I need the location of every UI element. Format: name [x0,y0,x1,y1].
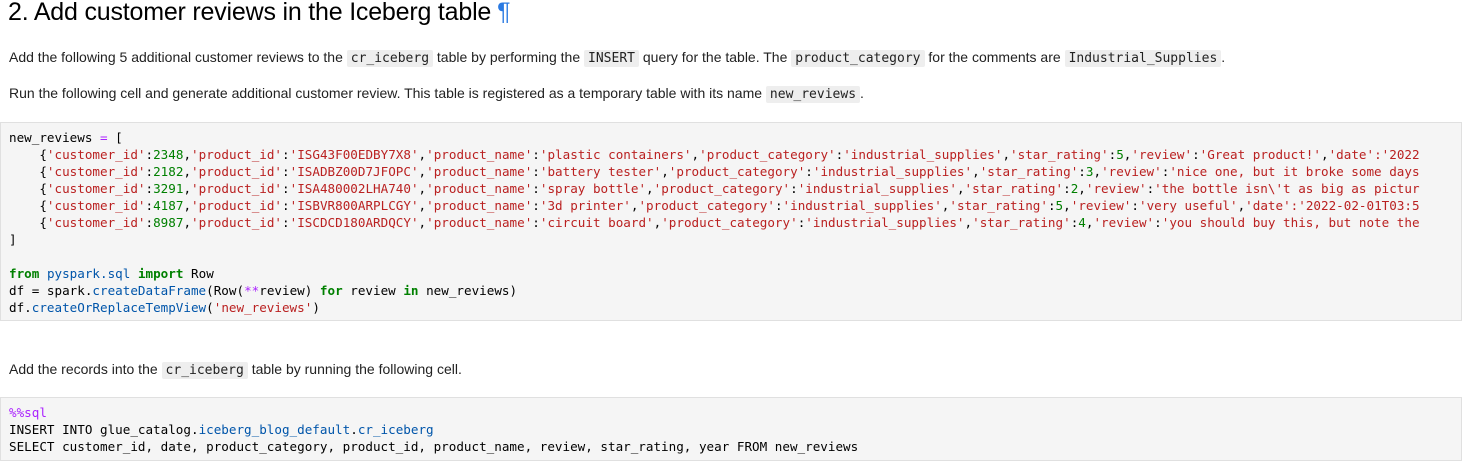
review-row: {'customer_id':4187,'product_id':'ISBVR8… [9,198,1420,213]
python-code-cell[interactable]: new_reviews = [ {'customer_id':2348,'pro… [0,122,1462,321]
inline-code: Industrial_Supplies [1064,50,1222,67]
review-row: {'customer_id':3291,'product_id':'ISA480… [9,181,1420,196]
sql-code-cell[interactable]: %%sql INSERT INTO glue_catalog.iceberg_b… [0,397,1462,461]
section-title: 2. Add customer reviews in the Iceberg t… [8,0,492,26]
intro-paragraph-2: Run the following cell and generate addi… [9,85,864,103]
inline-code: cr_iceberg [161,362,248,379]
inline-code: product_category [791,50,925,67]
review-row: {'customer_id':2182,'product_id':'ISADBZ… [9,164,1420,179]
anchor-link[interactable]: ¶ [497,0,510,26]
section-heading: 2. Add customer reviews in the Iceberg t… [8,0,511,27]
intro-paragraph-3: Add the records into the cr_iceberg tabl… [9,361,462,379]
inline-code: cr_iceberg [346,50,434,67]
inline-code: INSERT [584,50,639,67]
review-row: {'customer_id':2348,'product_id':'ISG43F… [9,147,1420,162]
review-row: {'customer_id':8987,'product_id':'ISCDCD… [9,215,1420,230]
sql-magic: %%sql [9,405,47,420]
intro-paragraph-1: Add the following 5 additional customer … [9,49,1226,67]
inline-code: new_reviews [765,86,861,103]
